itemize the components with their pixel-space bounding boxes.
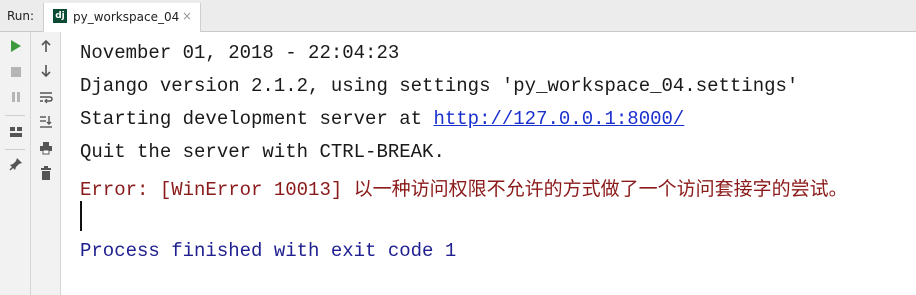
trash-icon[interactable]	[36, 163, 56, 183]
console-line-starting-text: Starting development server at	[80, 108, 434, 130]
django-icon: dj	[53, 9, 67, 23]
soft-wrap-icon[interactable]	[36, 87, 56, 107]
console-output[interactable]: November 01, 2018 - 22:04:23 Django vers…	[61, 32, 916, 295]
console-line-starting-server: Starting development server at http://12…	[80, 108, 684, 130]
tab-py-workspace[interactable]: dj py_workspace_04 ×	[43, 3, 201, 32]
layout-icon[interactable]	[6, 122, 26, 142]
up-arrow-icon[interactable]	[36, 36, 56, 56]
console-line-error: Error: [WinError 10013] 以一种访问权限不允许的方式做了一…	[80, 179, 848, 201]
pin-icon[interactable]	[6, 154, 26, 174]
run-label: Run:	[7, 9, 35, 23]
console-line-django-version: Django version 2.1.2, using settings 'py…	[80, 75, 799, 97]
console-line-timestamp: November 01, 2018 - 22:04:23	[80, 42, 400, 64]
close-icon[interactable]: ×	[182, 9, 192, 23]
run-toolbar-secondary	[31, 32, 61, 295]
toolbar-separator	[5, 115, 25, 116]
down-arrow-icon[interactable]	[36, 61, 56, 81]
run-tool-window: Run: dj py_workspace_04 × November 01, 2…	[0, 0, 916, 295]
tab-title: py_workspace_04	[73, 10, 180, 24]
rerun-icon[interactable]	[6, 36, 26, 56]
stop-icon[interactable]	[6, 62, 26, 82]
run-tab-bar: Run: dj py_workspace_04 ×	[0, 0, 916, 32]
console-line-exit-code: Process finished with exit code 1	[80, 240, 457, 262]
console-line-quit-hint: Quit the server with CTRL-BREAK.	[80, 141, 445, 163]
scroll-to-end-icon[interactable]	[36, 112, 56, 132]
text-cursor	[80, 201, 82, 231]
print-icon[interactable]	[36, 138, 56, 158]
server-url-link[interactable]: http://127.0.0.1:8000/	[433, 108, 684, 130]
run-toolbar-primary	[0, 32, 31, 295]
pause-icon[interactable]	[6, 87, 26, 107]
toolbar-separator	[5, 149, 25, 150]
